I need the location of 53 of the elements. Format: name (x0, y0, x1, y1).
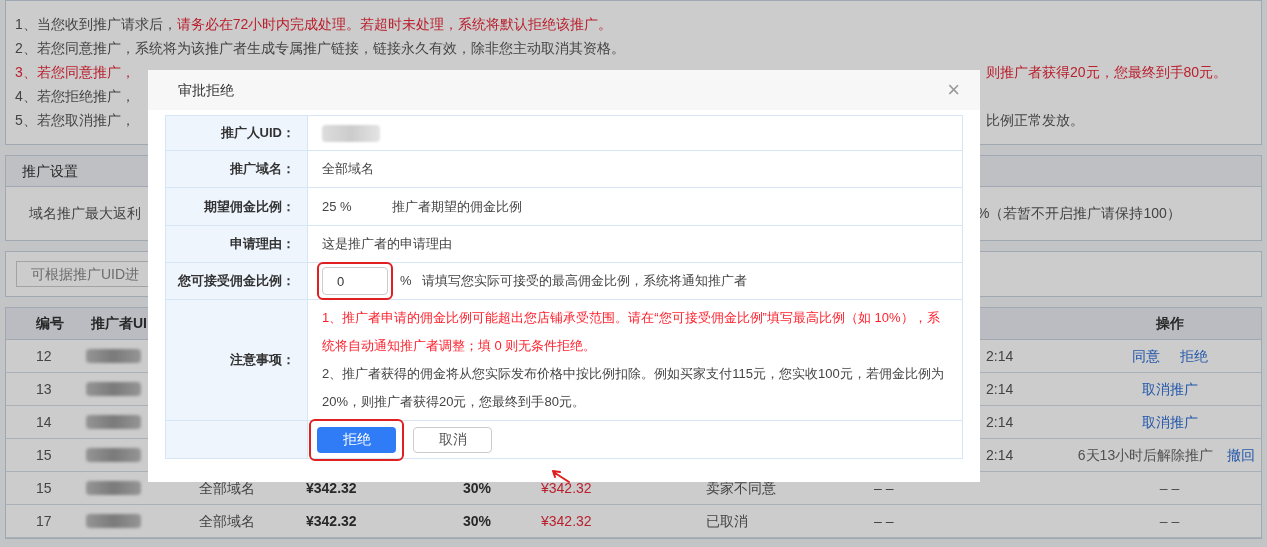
note-text: 2、推广者获得的佣金将从您实际发布价格中按比例扣除。例如买家支付115元，您实收100元，若佣金比例为20%，则推广者获得20元，您最终到手80元。 (322, 365, 945, 411)
table-cell: ¥342.32 (541, 479, 592, 496)
field-label: 期望佣金比例： (204, 197, 295, 216)
setting-label: 域名推广最大返利 (29, 204, 141, 223)
table-cell: 卖家不同意 (706, 479, 776, 496)
status-text: – – (1159, 511, 1180, 531)
panel-title: 推广设置 (22, 161, 78, 181)
field-label: 申请理由： (230, 235, 295, 254)
field-label: 推广人UID： (220, 124, 295, 143)
table-cell: 17 (36, 512, 52, 529)
column-header: 编号 (36, 315, 64, 331)
table-cell: 15 (36, 479, 52, 496)
status-text: – – (1159, 478, 1180, 498)
table-cell: 2:14 (986, 413, 1014, 430)
status-text: 6天13小时后解除推广 (1077, 445, 1214, 465)
field-value: 全部域名 (322, 160, 374, 179)
table-cell: 已取消 (706, 512, 748, 529)
notice-text: 1、当您收到推广请求后， (15, 14, 177, 34)
warning-text: 则推广者获得20元，您最终到手80元。 (986, 62, 1228, 82)
table-cell: 2:14 (986, 347, 1014, 364)
table-cell: 30% (463, 512, 492, 529)
field-hint: 请填写您实际可接受的最高佣金比例，系统将通知推广者 (421, 272, 747, 291)
field-label: 您可接受佣金比例： (178, 272, 295, 291)
field-value: 25 % (322, 197, 353, 216)
table-cell: 13 (36, 380, 52, 397)
warning-text: 请务必在72小时内完成处理。若超时未处理，系统将默认拒绝该推广。 (176, 14, 613, 34)
table-cell: ¥342.32 (306, 479, 357, 496)
note-text: 1、推广者申请的佣金比例可能超出您店铺承受范围。请在“您可接受佣金比例”填写最高比例（如 10%），系统将自动通知推广者调整；填 0 则无条件拒绝。 (322, 309, 941, 355)
table-cell: 全部域名 (199, 479, 255, 496)
table-cell: 12 (36, 347, 52, 364)
table-cell: ¥342.32 (541, 512, 592, 529)
warning-text: 3、若您同意推广， (15, 62, 135, 82)
column-header: 操作 (1155, 315, 1184, 331)
table-cell: 2:14 (986, 446, 1014, 463)
unit-text: % (400, 272, 412, 291)
table-cell: – – (874, 512, 894, 529)
column-header: 推广者UI (91, 315, 147, 331)
field-value: 这是推广者的申请理由 (322, 235, 452, 254)
dialog-title: 审批拒绝 (178, 80, 234, 100)
field-label: 推广域名： (230, 160, 295, 179)
field-hint: 推广者期望的佣金比例 (392, 197, 522, 216)
notice-text: 5、若您取消推广， (15, 110, 135, 130)
table-cell: 全部域名 (199, 512, 255, 529)
field-label: 注意事项： (230, 351, 295, 370)
notice-text: 比例正常发放。 (986, 110, 1084, 130)
notice-text: 2、若您同意推广，系统将为该推广者生成专属推广链接，链接永久有效，除非您主动取消其资格。 (15, 38, 625, 58)
table-cell: ¥342.32 (306, 512, 357, 529)
table-cell: 15 (36, 446, 52, 463)
table-cell: 30% (463, 479, 492, 496)
table-cell: 2:14 (986, 380, 1014, 397)
table-cell: – – (874, 479, 894, 496)
table-cell: 14 (36, 413, 52, 430)
notice-text: 4、若您拒绝推广， (15, 86, 135, 106)
